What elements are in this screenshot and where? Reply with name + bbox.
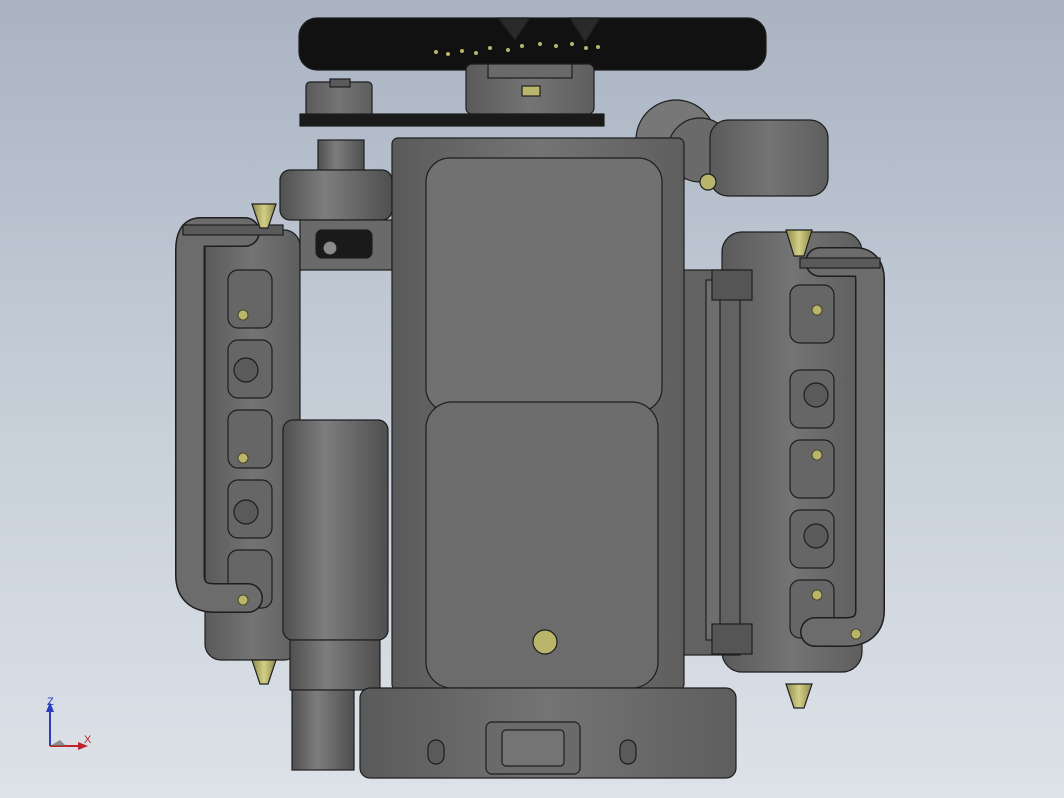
engine-model[interactable] [0,0,1064,798]
engine-mount-bottom-right [785,683,813,709]
axis-z-label: Z [47,696,54,708]
oil-sump [391,137,685,691]
drive-belt [299,113,605,127]
cad-viewport[interactable]: Z X [0,0,1064,798]
oil-filter-assembly [279,139,393,771]
pulley-center [465,63,595,115]
drain-plug-icon [532,629,558,655]
pulley-left [305,78,373,119]
fan-blades [298,17,767,71]
coordinate-triad: Z X [38,696,98,756]
engine-mount-bottom-left [251,659,277,685]
oil-pan-base [359,687,737,779]
right-bracket [799,257,881,269]
axis-x-label: X [84,734,92,746]
